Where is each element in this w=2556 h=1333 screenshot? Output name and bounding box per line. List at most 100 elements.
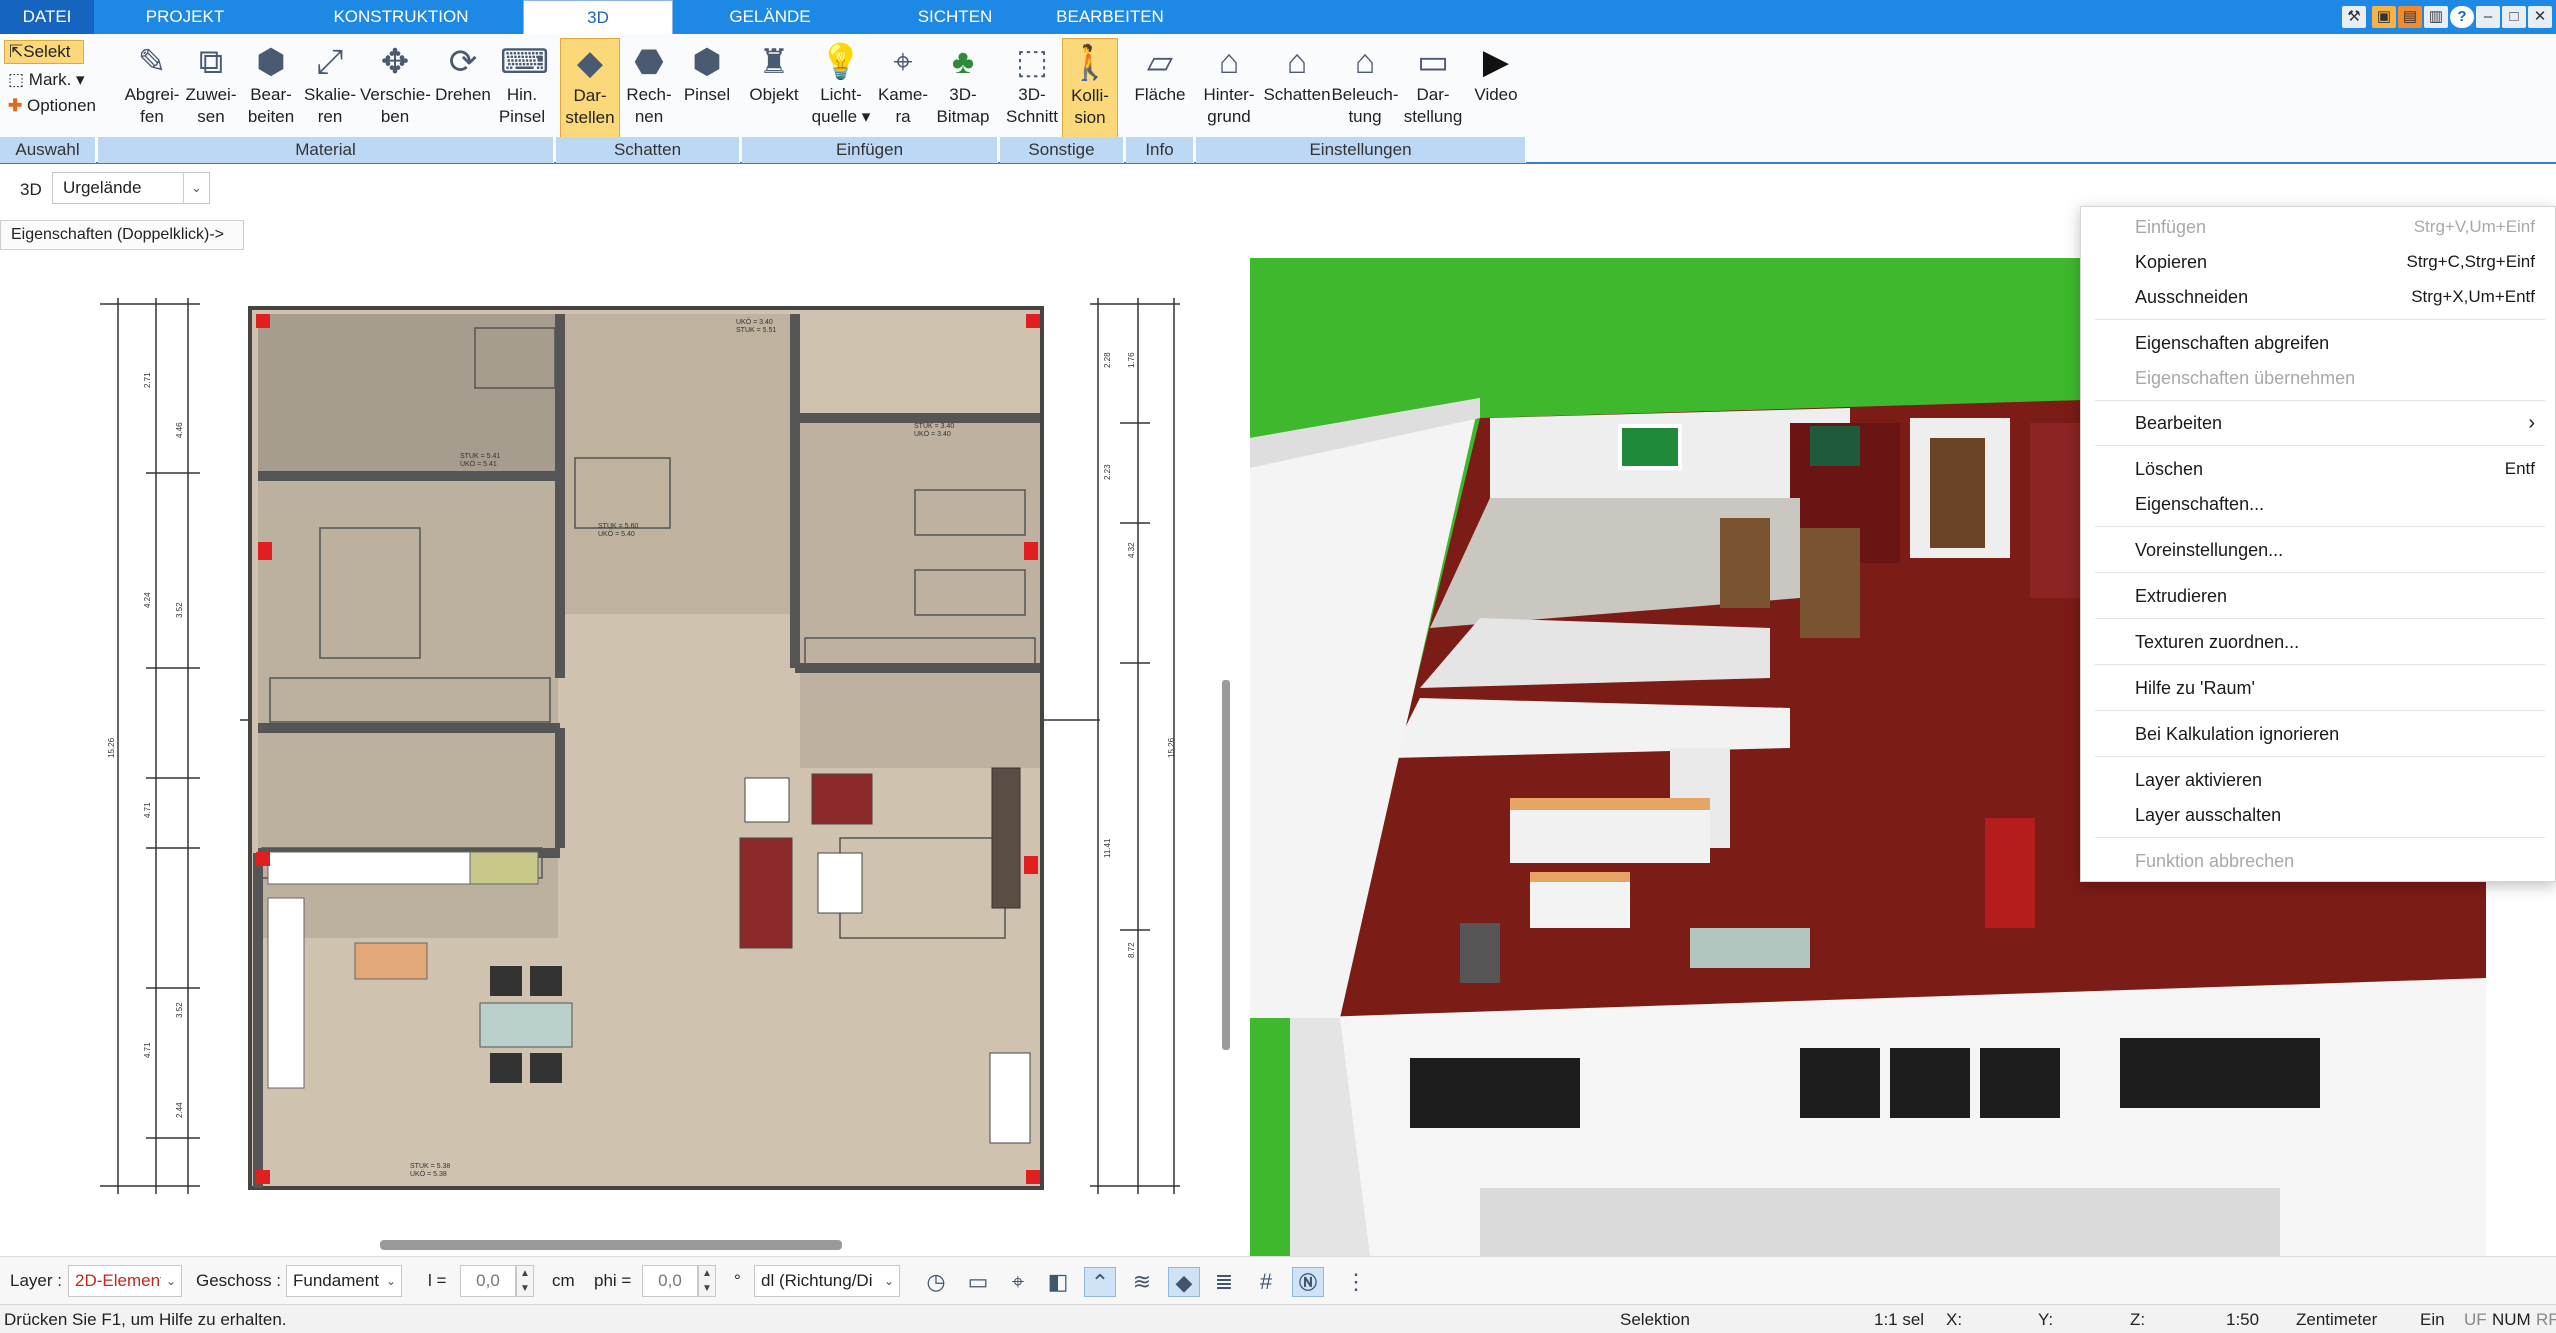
tools-icon[interactable]: ⚒ [2342,6,2366,28]
tab-projekt[interactable]: PROJEKT [120,0,250,34]
menu-item-layer-aktivieren[interactable]: Layer aktivieren [2135,765,2535,795]
dim-label: 15.26 [107,737,116,758]
collision-button[interactable]: 🚶 Kolli- sion [1062,38,1118,138]
menu-item-eigenschaften[interactable]: Eigenschaften... [2135,489,2535,519]
plan-vertical-scrollbar[interactable] [1222,680,1230,1050]
options-button[interactable]: ✚ Optionen [8,96,96,116]
length-input[interactable]: 0,0 [460,1265,516,1297]
group-label-auswahl: Auswahl [0,137,96,163]
menu-item-loeschen[interactable]: Löschen Entf [2135,454,2535,484]
floor-plan-view[interactable]: STUK = 5.41 UKÖ = 5.41 STUK = 5.60 UKÖ =… [0,258,1218,1230]
shadow-show-button[interactable]: ◆ Dar- stellen [560,38,620,138]
clock-icon[interactable]: ◷ [920,1267,952,1297]
rotate-icon: ⟳ [448,43,478,81]
status-ein: Ein [2420,1310,2445,1329]
grid-icon[interactable]: # [1250,1267,1282,1297]
label: 3D- Bitmap [936,85,990,126]
layers-icon[interactable]: ◧ [1042,1267,1074,1297]
shadow-brush-button[interactable]: ⬢ Pinsel [678,38,736,138]
material-rotate-button[interactable]: ⟳ Drehen [432,38,494,138]
more-icon[interactable]: ⋮ [1340,1267,1372,1297]
menu-item-einfuegen[interactable]: Einfügen Strg+V,Um+Einf [2135,212,2535,242]
material-edit-button[interactable]: ⬢ Bear- beiten [242,38,300,138]
settings-icon[interactable]: ▥ [2424,6,2448,28]
menu-item-kopieren[interactable]: Kopieren Strg+C,Strg+Einf [2135,247,2535,277]
menu-item-funktion-abbrechen[interactable]: Funktion abbrechen [2135,846,2535,876]
minimize-icon[interactable]: – [2476,6,2500,28]
menu-item-extrudieren[interactable]: Extrudieren [2135,581,2535,611]
view-3d-button[interactable]: 3D [20,180,42,200]
tab-bearbeiten[interactable]: BEARBEITEN [1050,0,1170,34]
insert-object-button[interactable]: ♜ Objekt [746,38,802,138]
insert-bitmap-button[interactable]: ♣ 3D- Bitmap [934,38,992,138]
display-button[interactable]: ▭ Dar- stellung [1400,38,1466,138]
menu-item-voreinstellungen[interactable]: Voreinstellungen... [2135,535,2535,565]
group-label-sonstige: Sonstige [1000,137,1124,163]
layer-label: Layer : [10,1271,62,1290]
mark-button[interactable]: ⬚ Mark. ▾ [8,70,85,90]
label: Licht- quelle ▾ [811,85,871,126]
terrain-icon[interactable]: ⌃ [1084,1267,1116,1297]
material-move-button[interactable]: ✥ Verschie- ben [360,38,431,138]
menu-item-layer-ausschalten[interactable]: Layer ausschalten [2135,800,2535,830]
menu-item-ausschneiden[interactable]: Ausschneiden Strg+X,Um+Entf [2135,282,2535,312]
dim-label: 4.24 [143,592,152,608]
section-3d-button[interactable]: ⬚ 3D- Schnitt [1002,38,1062,138]
floor-layer-icon[interactable]: ◆ [1168,1267,1200,1297]
angle-input[interactable]: 0,0 [642,1265,698,1297]
menu-item-eigenschaften-abgreifen[interactable]: Eigenschaften abgreifen [2135,328,2535,358]
wave-icon[interactable]: ≋ [1126,1267,1158,1297]
terrain-select[interactable]: Urgelände ⌄ [52,172,210,204]
tab-gelaende[interactable]: GELÄNDE [710,0,830,34]
shadow-settings-button[interactable]: ⌂ Schatten [1262,38,1332,138]
insert-camera-button[interactable]: ⌖ Kame- ra [872,38,934,138]
area-button[interactable]: ▱ Fläche [1130,38,1190,138]
section-cube-icon: ⬚ [1015,43,1049,81]
plan-label: UKÖ = 5.38 [410,1170,447,1178]
help-icon[interactable]: ? [2450,6,2474,28]
brush-button[interactable]: ⌨ Hin. Pinsel [496,38,549,138]
insert-light-button[interactable]: 💡 Licht- quelle ▾ [804,38,878,138]
menu-item-kalkulation[interactable]: Bei Kalkulation ignorieren [2135,719,2535,749]
tab-konstruktion[interactable]: KONSTRUKTION [316,0,486,34]
length-stepper[interactable]: ▲ ▼ [516,1265,534,1297]
label: Abgrei- fen [124,85,180,126]
tab-datei[interactable]: DATEI [0,0,94,34]
maximize-icon[interactable]: □ [2502,6,2526,28]
menu-item-hilfe[interactable]: Hilfe zu 'Raum' [2135,673,2535,703]
menu-item-texturen[interactable]: Texturen zuordnen... [2135,627,2535,657]
save-icon[interactable]: ▣ [2372,6,2396,28]
label: 3D- Schnitt [1006,85,1058,126]
camera-icon: ⌖ [893,43,913,81]
dim-label: 15.26 [1167,737,1176,758]
select-button[interactable]: ⇱Selekt [4,40,84,64]
print-icon[interactable]: ▤ [2398,6,2422,28]
stack-icon[interactable]: ≣ [1208,1267,1240,1297]
material-scale-button[interactable]: ⤢ Skalie- ren [302,38,358,138]
video-button[interactable]: ▶ Video [1466,38,1526,138]
tab-3d[interactable]: 3D [523,0,673,36]
dim-label: 1.76 [1127,352,1136,368]
north-icon[interactable]: Ⓝ [1292,1267,1324,1297]
monitor-icon[interactable]: ▭ [962,1267,994,1297]
background-button[interactable]: ⌂ Hinter- grund [1196,38,1262,138]
direction-select[interactable]: dl (Richtung/Di ⌄ [754,1265,900,1297]
floor-select[interactable]: Fundament ⌄ [286,1265,402,1297]
mark-icon: ⬚ [8,70,29,89]
layer-select[interactable]: 2D-Elemente ⌄ [68,1265,182,1297]
close-icon[interactable]: ✕ [2528,6,2552,28]
material-assign-button[interactable]: ⧉ Zuwei- sen [182,38,240,138]
eyedropper-icon: ✎ [137,43,167,81]
lighting-button[interactable]: ⌂ Beleuch- tung [1330,38,1400,138]
tab-sichten[interactable]: SICHTEN [900,0,1010,34]
label: Zuwei- sen [185,85,237,126]
shadow-calc-button[interactable]: ⬣ Rech- nen [622,38,676,138]
menu-item-eigenschaften-uebernehmen[interactable]: Eigenschaften übernehmen [2135,363,2535,393]
menu-item-bearbeiten[interactable]: Bearbeiten › [2135,408,2535,438]
camera-view-icon[interactable]: ⌖ [1002,1267,1034,1297]
plan-horizontal-scrollbar[interactable] [380,1240,842,1250]
material-pick-button[interactable]: ✎ Abgrei- fen [120,38,184,138]
properties-button[interactable]: Eigenschaften (Doppelklick)-> [0,220,244,250]
label: Fläche [1134,85,1186,104]
angle-stepper[interactable]: ▲ ▼ [698,1265,716,1297]
